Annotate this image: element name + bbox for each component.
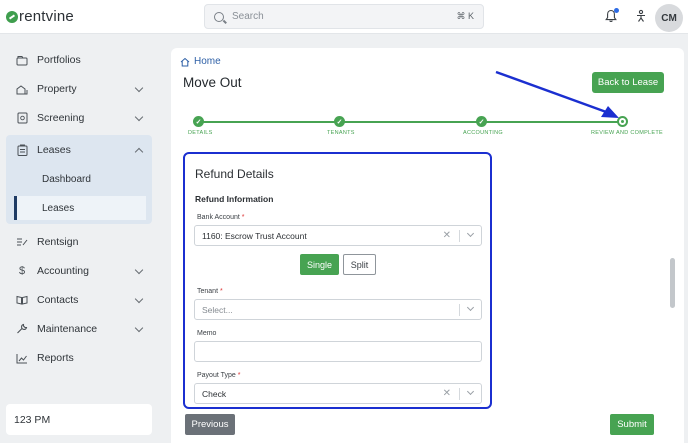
chart-icon xyxy=(16,352,28,364)
chevron-down-icon xyxy=(134,294,144,304)
chevron-up-icon xyxy=(134,147,144,157)
logo-mark-icon xyxy=(6,10,18,23)
bank-account-select[interactable]: 1160: Escrow Trust Account ✕ xyxy=(194,225,482,246)
accessibility-icon[interactable] xyxy=(634,9,648,23)
submit-button[interactable]: Submit xyxy=(610,414,654,435)
tenant-label: Tenant * xyxy=(197,288,223,295)
tenant-label-text: Tenant xyxy=(197,288,219,295)
sidebar-item-accounting[interactable]: $ Accounting xyxy=(6,259,152,283)
arrow-shaft xyxy=(495,70,610,115)
sidebar-item-rentsign[interactable]: Rentsign xyxy=(6,230,152,254)
search-shortcut: ⌘ K xyxy=(456,11,474,21)
step-label-tenants: TENANTS xyxy=(327,130,355,136)
sign-icon xyxy=(16,236,28,248)
chevron-down-icon xyxy=(134,265,144,275)
sidebar-item-label: Portfolios xyxy=(37,54,81,66)
page-title: Move Out xyxy=(183,75,242,90)
bank-account-label: Bank Account * xyxy=(197,214,245,221)
main-card: Home Move Out Back to Lease ✓ ✓ ✓ DETAIL… xyxy=(171,48,684,443)
breadcrumb[interactable]: Home xyxy=(180,56,221,67)
sidebar-item-label: Leases xyxy=(37,144,71,156)
required-marker: * xyxy=(219,288,223,295)
payout-type-value: Check xyxy=(202,388,227,399)
notification-dot-icon xyxy=(614,8,619,13)
logo-text: rentvine xyxy=(19,8,74,25)
chevron-down-icon[interactable] xyxy=(466,229,475,238)
rentvine-logo[interactable]: rentvine xyxy=(6,8,74,25)
select-divider xyxy=(459,304,460,316)
sidebar-item-leases[interactable]: Leases xyxy=(6,138,152,162)
clipboard-icon xyxy=(16,144,28,156)
previous-button[interactable]: Previous xyxy=(185,414,235,435)
memo-input[interactable] xyxy=(194,341,482,362)
sidebar-subitem-dashboard[interactable]: Dashboard xyxy=(14,167,146,191)
portfolio-icon xyxy=(16,54,28,66)
split-toggle-button[interactable]: Split xyxy=(343,254,376,275)
sidebar-item-label: Screening xyxy=(37,112,85,124)
clear-icon[interactable]: ✕ xyxy=(443,230,451,241)
scrollbar[interactable] xyxy=(670,258,675,308)
step-accounting-check-icon[interactable]: ✓ xyxy=(476,116,487,127)
search-input[interactable]: Search ⌘ K xyxy=(204,4,484,29)
annotation-arrow xyxy=(495,70,619,118)
chevron-down-icon xyxy=(134,323,144,333)
sidebar-item-portfolios[interactable]: Portfolios xyxy=(6,48,152,72)
required-marker: * xyxy=(237,372,241,379)
search-icon xyxy=(214,11,224,22)
chevron-down-icon xyxy=(134,112,144,122)
chevron-down-icon xyxy=(134,83,144,93)
sidebar-item-label: Maintenance xyxy=(37,323,98,335)
required-marker: * xyxy=(241,214,245,221)
step-label-review: REVIEW AND COMPLETE xyxy=(591,130,664,136)
home-icon xyxy=(180,57,190,66)
house-icon xyxy=(16,83,28,95)
chevron-down-icon[interactable] xyxy=(466,303,475,312)
payout-type-label-text: Payout Type xyxy=(197,372,236,379)
dollar-icon: $ xyxy=(18,265,26,277)
memo-label: Memo xyxy=(197,330,217,337)
select-divider xyxy=(459,230,460,242)
sidebar-item-label: Accounting xyxy=(37,265,89,277)
single-toggle-button[interactable]: Single xyxy=(300,254,339,275)
sidebar-item-contacts[interactable]: Contacts xyxy=(6,288,152,312)
screening-icon xyxy=(16,112,28,124)
step-label-accounting: ACCOUNTING xyxy=(463,130,503,136)
avatar[interactable]: CM xyxy=(655,4,683,32)
book-icon xyxy=(16,294,28,306)
payout-type-select[interactable]: Check ✕ xyxy=(194,383,482,404)
bank-account-label-text: Bank Account xyxy=(197,214,240,221)
sidebar-item-reports[interactable]: Reports xyxy=(6,346,152,370)
refund-title: Refund Details xyxy=(195,167,274,181)
bank-account-value: 1160: Escrow Trust Account xyxy=(202,230,307,241)
breadcrumb-home[interactable]: Home xyxy=(194,56,221,67)
search-placeholder: Search xyxy=(232,11,264,22)
top-bar: rentvine Search ⌘ K CM xyxy=(0,0,688,34)
sidebar-item-label: Rentsign xyxy=(37,236,79,248)
step-details-check-icon[interactable]: ✓ xyxy=(193,116,204,127)
sidebar-item-label: Property xyxy=(37,83,77,95)
tenant-select[interactable]: Select... xyxy=(194,299,482,320)
step-tenants-check-icon[interactable]: ✓ xyxy=(334,116,345,127)
select-divider xyxy=(459,388,460,400)
wrench-icon xyxy=(16,323,28,335)
sidebar-item-label: Contacts xyxy=(37,294,79,306)
sidebar-item-label: Reports xyxy=(37,352,74,364)
clear-icon[interactable]: ✕ xyxy=(443,388,451,399)
chevron-down-icon[interactable] xyxy=(466,387,475,396)
refund-details-panel: Refund Details Refund Information Bank A… xyxy=(183,152,492,409)
sidebar-item-screening[interactable]: Screening xyxy=(6,106,152,130)
tenant-placeholder: Select... xyxy=(202,304,233,315)
step-label-details: DETAILS xyxy=(188,130,213,136)
sidebar: Portfolios Property Screening Leases Das… xyxy=(0,35,160,443)
sidebar-subitem-leases[interactable]: Leases xyxy=(14,196,146,220)
refund-subtitle: Refund Information xyxy=(195,194,274,204)
unit-selector[interactable]: 123 PM xyxy=(6,404,152,435)
payout-type-label: Payout Type * xyxy=(197,372,240,379)
sidebar-item-property[interactable]: Property xyxy=(6,77,152,101)
sidebar-item-maintenance[interactable]: Maintenance xyxy=(6,317,152,341)
